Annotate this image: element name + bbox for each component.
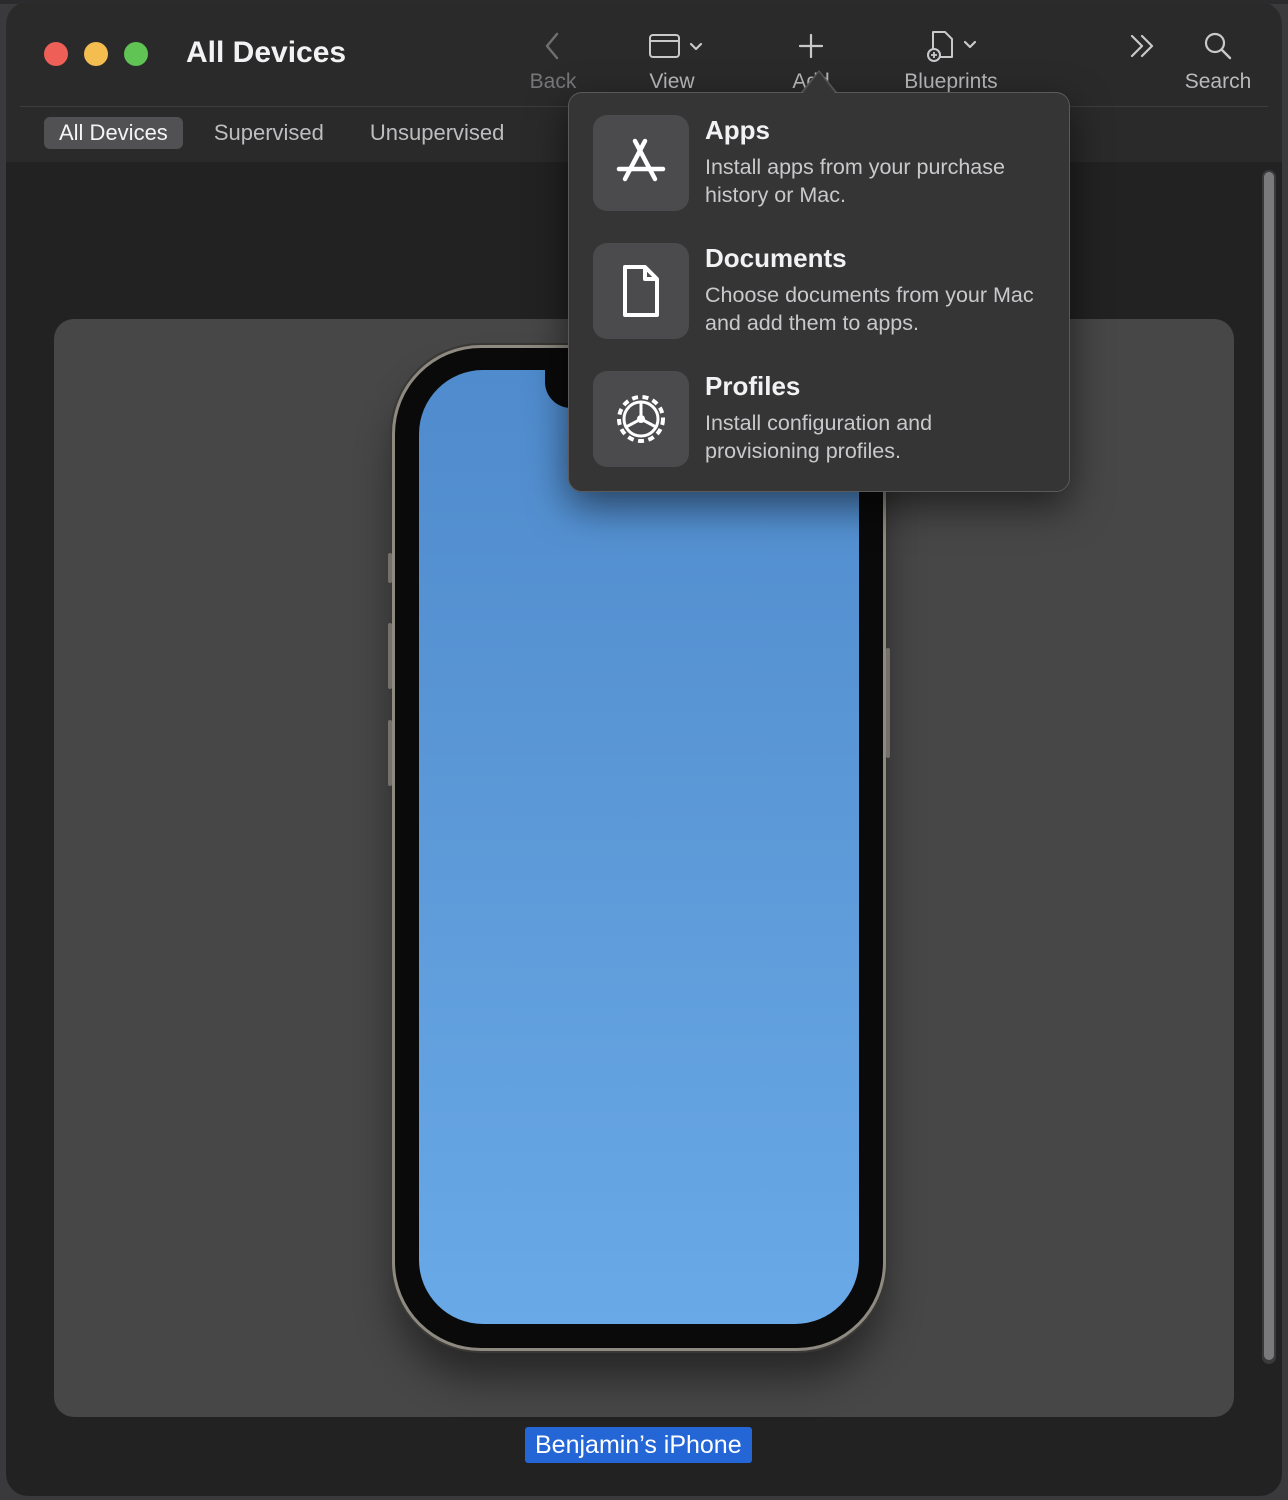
phone-screen — [419, 370, 859, 1324]
more-toolbar-button[interactable] — [1124, 26, 1160, 66]
phone-volume-down — [388, 720, 392, 786]
minimize-button[interactable] — [84, 42, 108, 66]
profiles-title: Profiles — [705, 371, 801, 401]
back-button[interactable]: Back — [518, 26, 588, 94]
add-apps-item[interactable]: Apps Install apps from your purchase his… — [591, 115, 1051, 213]
window-controls — [44, 42, 148, 66]
chevron-double-right-icon — [1127, 26, 1157, 66]
segment-supervised[interactable]: Supervised — [199, 117, 339, 149]
vertical-scrollbar[interactable] — [1262, 170, 1276, 1364]
phone-mute-switch — [388, 553, 392, 583]
add-menu-popover: Apps Install apps from your purchase his… — [568, 92, 1070, 492]
popover-arrow — [803, 72, 835, 93]
apps-description: Install apps from your purchase history … — [705, 155, 1005, 207]
profiles-description: Install configuration and provisioning p… — [705, 411, 933, 463]
search-label: Search — [1184, 70, 1252, 93]
segment-all-devices[interactable]: All Devices — [44, 117, 183, 149]
phone-volume-up — [388, 623, 392, 689]
back-label: Back — [529, 70, 577, 93]
device-name-label[interactable]: Benjamin’s iPhone — [525, 1427, 752, 1463]
blueprints-label: Blueprints — [904, 70, 998, 93]
document-icon — [593, 243, 689, 339]
chevron-left-icon — [543, 26, 563, 66]
view-label: View — [649, 70, 695, 93]
segment-unsupervised[interactable]: Unsupervised — [355, 117, 520, 149]
app-store-icon — [593, 115, 689, 211]
view-button[interactable]: View — [630, 26, 714, 94]
documents-title: Documents — [705, 243, 847, 273]
zoom-button[interactable] — [124, 42, 148, 66]
search-button[interactable]: Search — [1178, 26, 1258, 94]
window-layout-icon — [640, 26, 704, 66]
blueprint-document-icon — [919, 26, 983, 66]
device-filter-segmented-control: All Devices Supervised Unsupervised — [44, 117, 535, 149]
apps-title: Apps — [705, 115, 770, 145]
scrollbar-thumb[interactable] — [1264, 172, 1274, 1360]
phone-side-button — [886, 648, 890, 758]
iphone-illustration[interactable] — [388, 348, 890, 1348]
add-documents-item[interactable]: Documents Choose documents from your Mac… — [591, 243, 1051, 341]
plus-icon — [797, 26, 825, 66]
close-button[interactable] — [44, 42, 68, 66]
gear-icon — [593, 371, 689, 467]
window-title: All Devices — [186, 36, 347, 69]
add-profiles-item[interactable]: Profiles Install configuration and provi… — [591, 371, 1051, 469]
blueprints-button[interactable]: Blueprints — [894, 26, 1008, 94]
search-icon — [1203, 26, 1233, 66]
documents-description: Choose documents from your Mac and add t… — [705, 283, 1034, 335]
